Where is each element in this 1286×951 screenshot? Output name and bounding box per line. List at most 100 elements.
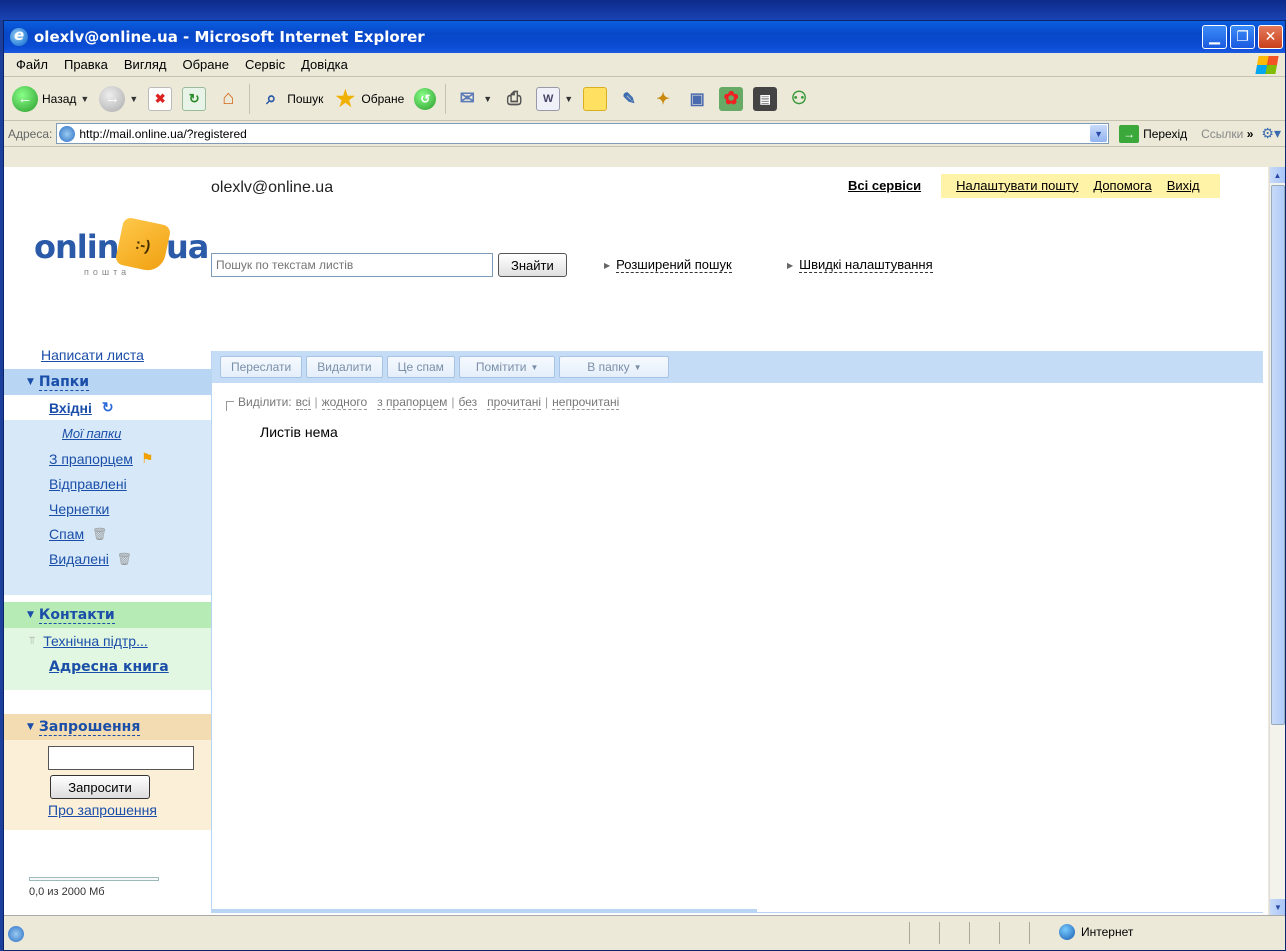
minimize-button[interactable]: ▁ (1202, 25, 1227, 49)
dropdown-icon: ▼ (633, 362, 642, 372)
page-status-icon (8, 926, 24, 942)
stop-icon: ✖ (148, 86, 173, 111)
about-invites-link[interactable]: Про запрошення (48, 802, 211, 818)
select-none-link[interactable]: жодного (321, 395, 368, 410)
deleted-link[interactable]: Видалені (49, 551, 109, 567)
inbox-link[interactable]: Вхідні (49, 400, 92, 416)
settings-link[interactable]: Налаштувати пошту (956, 178, 1078, 193)
security-zone[interactable]: Интернет (1059, 924, 1133, 940)
go-button[interactable]: → Перехід (1113, 124, 1193, 143)
compose-link[interactable]: Написати листа (41, 347, 144, 363)
back-dropdown-icon[interactable]: ▼ (80, 94, 89, 104)
extensions-icon[interactable]: ⚙▾ (1261, 125, 1281, 142)
all-services-link[interactable]: Всі сервіси (844, 178, 925, 193)
edit-dropdown-icon[interactable]: ▼ (564, 94, 573, 104)
close-button[interactable]: ✕ (1258, 25, 1283, 49)
folders-header[interactable]: ▼ Папки (4, 369, 211, 395)
online-ua-logo[interactable]: online :-) ua пошта (34, 213, 209, 293)
search-button[interactable]: ⌕ Пошук (255, 85, 327, 113)
scroll-up-icon[interactable]: ▲ (1270, 167, 1285, 183)
tool-button[interactable]: ▤ (749, 85, 781, 113)
menu-view[interactable]: Вигляд (116, 57, 175, 72)
contact-support: ⫪ Технічна підтр... (4, 628, 211, 654)
refresh-button[interactable]: ↻ (178, 85, 210, 113)
print-button[interactable]: ⎙ (498, 85, 530, 113)
people-button[interactable]: ⚇ (783, 85, 815, 113)
invite-button[interactable]: Запросити (50, 775, 150, 799)
select-unflagged-link[interactable]: без (458, 395, 478, 410)
messenger-button[interactable]: ✎ (613, 85, 645, 113)
select-all-link[interactable]: всі (295, 395, 311, 410)
toolbar-separator (445, 83, 447, 114)
invite-email-input[interactable] (48, 746, 194, 770)
select-flagged-link[interactable]: з прапорцем (377, 395, 448, 410)
favorites-button[interactable]: ★ Обране (329, 85, 408, 113)
stop-button[interactable]: ✖ (144, 85, 176, 113)
contacts-header[interactable]: ▼ Контакти (4, 602, 211, 628)
move-folder-button[interactable]: В папку ▼ (559, 356, 670, 378)
select-read-link[interactable]: прочитані (487, 395, 542, 410)
icq-button[interactable]: ✿ (715, 85, 747, 113)
back-button[interactable]: ← Назад ▼ (8, 84, 93, 114)
search-input[interactable] (211, 253, 493, 277)
folder-drafts: Чернетки (4, 496, 211, 521)
menu-tools[interactable]: Сервіс (237, 57, 293, 72)
notes-button[interactable] (579, 85, 611, 113)
scroll-thumb[interactable] (1271, 185, 1285, 725)
research-button[interactable]: ✦ (647, 85, 679, 113)
title-bar[interactable]: olexlv@online.ua - Microsoft Internet Ex… (4, 21, 1285, 53)
triangle-right-icon: ▶ (787, 260, 794, 270)
flagged-link[interactable]: З прапорцем (49, 451, 133, 467)
address-book-link[interactable]: Адресна книга (49, 659, 169, 675)
scroll-down-icon[interactable]: ▼ (1270, 899, 1285, 915)
sidebar: Написати листа ▼ Папки Вхідні ↻ Мої папки… (4, 347, 211, 911)
folder-inbox: Вхідні ↻ (4, 395, 211, 420)
sent-link[interactable]: Відправлені (49, 476, 127, 492)
home-button[interactable]: ⌂ (212, 85, 244, 113)
forward-action-button[interactable]: Переслати (220, 356, 303, 378)
media-button[interactable]: ▣ (681, 85, 713, 113)
history-button[interactable]: ↺ (410, 86, 440, 112)
links-button[interactable]: Ссылки » (1197, 127, 1257, 141)
address-input[interactable]: http://mail.online.ua/?registered ▼ (56, 123, 1110, 144)
tool-icon: ▤ (753, 86, 778, 111)
spam-action-button[interactable]: Це спам (386, 356, 455, 378)
edit-button[interactable]: W ▼ (532, 85, 577, 113)
help-link[interactable]: Допомога (1093, 178, 1151, 193)
vertical-scrollbar[interactable]: ▲ ▼ (1269, 167, 1285, 915)
links-label: Ссылки (1201, 126, 1244, 141)
forward-button[interactable]: → ▼ (95, 84, 142, 114)
logout-link[interactable]: Вихід (1167, 178, 1200, 193)
menu-favorites[interactable]: Обране (175, 57, 237, 72)
desktop-top-edge (0, 0, 1286, 20)
menu-help[interactable]: Довідка (293, 57, 356, 72)
advanced-search-link[interactable]: ▶ Розширений пошук (604, 257, 732, 273)
invites-header[interactable]: ▼ Запрошення (4, 714, 211, 740)
my-folders-link[interactable]: Мої папки (4, 420, 211, 446)
find-button[interactable]: Знайти (498, 253, 567, 277)
mail-dropdown-icon[interactable]: ▼ (483, 94, 492, 104)
trash-icon[interactable]: 🗑 (117, 552, 132, 566)
trash-icon[interactable]: 🗑 (92, 527, 107, 541)
refresh-icon[interactable]: ↻ (102, 399, 114, 416)
quick-settings-link[interactable]: ▶ Швидкі налаштування (787, 257, 933, 273)
support-contact-link[interactable]: Технічна підтр... (43, 633, 148, 649)
forward-dropdown-icon[interactable]: ▼ (129, 94, 138, 104)
mark-action-button[interactable]: Помітити ▼ (458, 356, 556, 378)
select-unread-link[interactable]: непрочитані (552, 395, 620, 410)
address-url: http://mail.online.ua/?registered (79, 126, 247, 141)
restore-button[interactable]: ❐ (1230, 25, 1255, 49)
ie-icon (10, 26, 28, 46)
spam-link[interactable]: Спам (49, 526, 84, 542)
account-email: olexlv@online.ua (211, 179, 334, 196)
delete-action-button[interactable]: Видалити (306, 356, 383, 378)
menu-edit[interactable]: Правка (56, 57, 116, 72)
drafts-link[interactable]: Чернетки (49, 501, 109, 517)
address-dropdown-icon[interactable]: ▼ (1090, 125, 1108, 142)
settings-links: Налаштувати пошту Допомога Вихід (941, 173, 1220, 198)
mail-button[interactable]: ✉ ▼ (451, 85, 496, 113)
back-label: Назад (42, 91, 77, 106)
menu-file[interactable]: Файл (8, 57, 56, 72)
folder-sent: Відправлені (4, 471, 211, 496)
collapse-icon: ▼ (27, 610, 34, 620)
